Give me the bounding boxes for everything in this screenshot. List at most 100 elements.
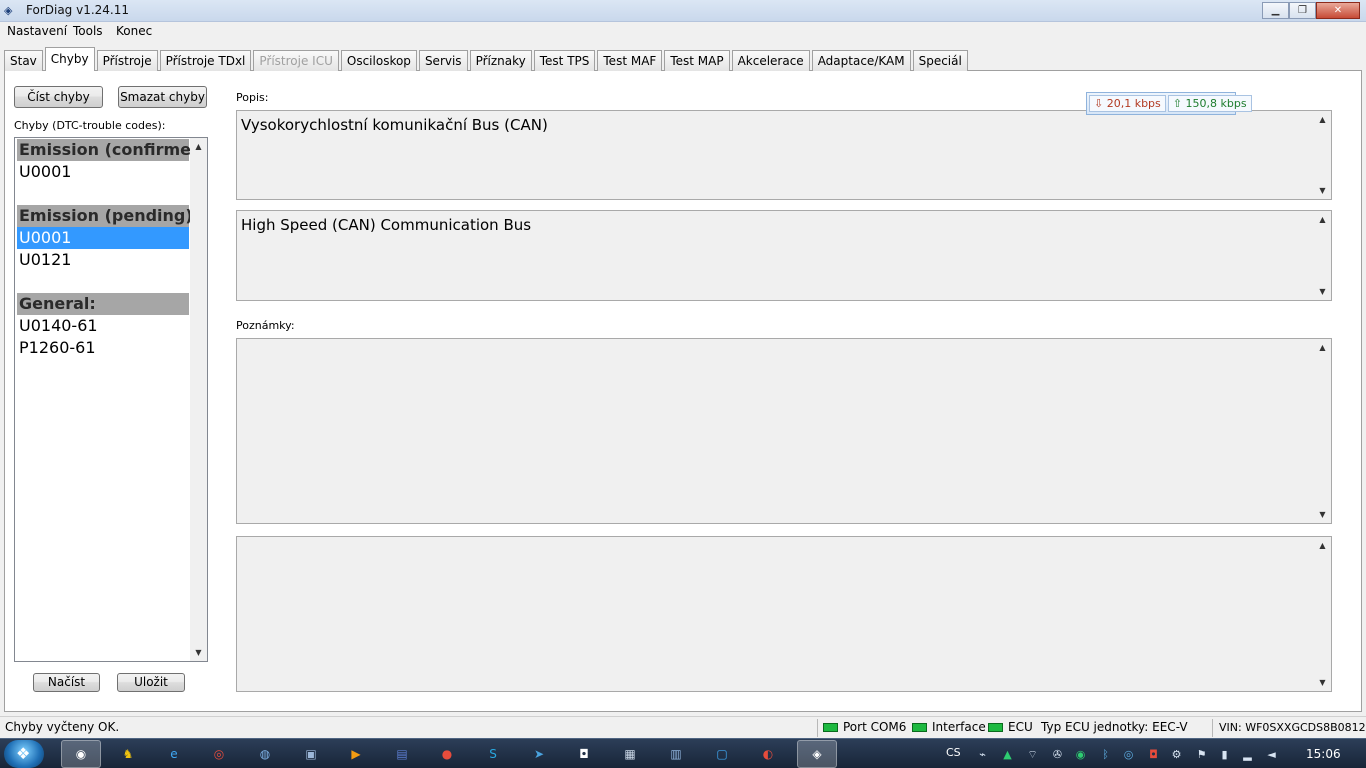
menu-bar: Nastavení Tools Konec: [0, 23, 1366, 42]
description-cz-text: Vysokorychlostní komunikační Bus (CAN): [241, 116, 548, 134]
volume-muted-icon[interactable]: ◄: [1264, 747, 1279, 762]
status-separator: [817, 719, 818, 737]
tab-priznaky[interactable]: Příznaky: [469, 50, 532, 71]
network-speed-meter[interactable]: ⇩ 20,1 kbps ⇧ 150,8 kbps: [1086, 92, 1252, 115]
maximize-button[interactable]: ❐: [1289, 2, 1316, 19]
network-tray-icon[interactable]: ⚙: [1169, 747, 1184, 762]
dtc-code[interactable]: U0121: [17, 249, 189, 271]
dtc-code[interactable]: U0140-61: [17, 315, 189, 337]
app-icon: ◈: [4, 4, 13, 17]
dtc-code[interactable]: U0001: [17, 161, 189, 183]
tab-servis[interactable]: Servis: [418, 50, 468, 71]
description-en-box[interactable]: High Speed (CAN) Communication Bus ▲ ▼: [236, 210, 1332, 301]
scroll-up-icon[interactable]: ▲: [1314, 211, 1331, 228]
tab-pristroje-icu: Přístroje ICU: [253, 50, 339, 71]
input-language[interactable]: CS: [946, 746, 961, 759]
security-tray-icon[interactable]: ◘: [1146, 747, 1161, 762]
media-player-icon[interactable]: ▶: [346, 744, 366, 764]
taskbar: ❖ ◉ ♞ e ◎ ◍ ▣ ▶ ▤ ● S ➤ ◘ ▦ ▥ ▢ ◐ ◈ CS ⌁…: [0, 738, 1366, 768]
scroll-down-icon[interactable]: ▼: [1314, 283, 1331, 300]
scroll-up-icon[interactable]: ▲: [190, 138, 207, 155]
chrome-icon[interactable]: ◎: [209, 744, 229, 764]
dtc-list-scrollbar[interactable]: ▲ ▼: [190, 138, 207, 661]
description-cz-box[interactable]: Vysokorychlostní komunikační Bus (CAN) ▲…: [236, 110, 1332, 200]
signal-icon[interactable]: ▂: [1240, 747, 1255, 762]
app-taskbar-icon[interactable]: ♞: [118, 744, 138, 764]
flag-icon[interactable]: ⚑: [1194, 747, 1209, 762]
close-button[interactable]: ✕: [1316, 2, 1360, 19]
save-button[interactable]: Uložit: [117, 673, 185, 692]
scroll-down-icon[interactable]: ▼: [1314, 182, 1331, 199]
upload-speed: ⇧ 150,8 kbps: [1167, 95, 1252, 112]
scroll-down-icon[interactable]: ▼: [1314, 674, 1331, 691]
tab-special[interactable]: Speciál: [912, 50, 968, 71]
tab-pristroje-tdxl[interactable]: Přístroje TDxl: [159, 50, 252, 71]
status-bar: Chyby vyčteny OK. Port COM6 Interface EC…: [0, 716, 1366, 738]
scroll-up-icon[interactable]: ▲: [1314, 111, 1331, 128]
tab-adaptace-kam[interactable]: Adaptace/KAM: [811, 50, 911, 71]
sync-tray-icon[interactable]: ◎: [1121, 747, 1136, 762]
tab-chyby[interactable]: Chyby: [44, 47, 95, 71]
globe-tray-icon[interactable]: ◉: [1073, 747, 1088, 762]
dtc-code[interactable]: P1260-61: [17, 337, 189, 359]
description-en-scrollbar[interactable]: ▲ ▼: [1314, 211, 1331, 300]
download-arrow-icon: ⇩: [1094, 97, 1107, 110]
window-app-icon[interactable]: ▦: [620, 744, 640, 764]
extra-notes-box[interactable]: ▲ ▼: [236, 536, 1332, 692]
wireless-icon[interactable]: ⌔: [1025, 747, 1040, 762]
tab-akcelerace[interactable]: Akcelerace: [731, 50, 810, 71]
tab-test-map[interactable]: Test MAP: [664, 50, 730, 71]
notes-box[interactable]: ▲ ▼: [236, 338, 1332, 524]
clear-dtc-button[interactable]: Smazat chyby: [118, 86, 207, 108]
load-button[interactable]: Načíst: [33, 673, 100, 692]
tab-test-tps[interactable]: Test TPS: [533, 50, 596, 71]
ccleaner-icon[interactable]: ◐: [758, 744, 778, 764]
scroll-down-icon[interactable]: ▼: [1314, 506, 1331, 523]
archive-app-icon[interactable]: ▣: [301, 744, 321, 764]
battery-icon[interactable]: ▮: [1217, 747, 1232, 762]
minimize-button[interactable]: ▁: [1262, 2, 1289, 19]
description-en-text: High Speed (CAN) Communication Bus: [241, 216, 532, 234]
tab-pristroje[interactable]: Přístroje: [96, 50, 158, 71]
red-dot-app-icon[interactable]: ●: [437, 744, 457, 764]
menu-tools[interactable]: Tools: [73, 24, 103, 38]
start-button[interactable]: ❖: [4, 740, 44, 768]
dtc-group-header-pending: Emission (pending):: [17, 205, 200, 227]
scroll-up-icon[interactable]: ▲: [1314, 537, 1331, 554]
usb-icon[interactable]: ⌁: [975, 747, 990, 762]
network-app-icon[interactable]: ◍: [255, 744, 275, 764]
dtc-code-selected[interactable]: U0001: [17, 227, 189, 249]
fordiag-taskbar-icon[interactable]: ◈: [797, 740, 837, 768]
firefox-taskbar-icon[interactable]: ◉: [61, 740, 101, 768]
vin-status: VIN: WF0SXXGCDS8B08128: [1219, 721, 1366, 734]
scroll-up-icon[interactable]: ▲: [1314, 339, 1331, 356]
window-title: ForDiag v1.24.11: [26, 3, 130, 17]
tab-stav[interactable]: Stav: [4, 50, 43, 71]
arrow-app-icon[interactable]: ➤: [529, 744, 549, 764]
console-app-icon[interactable]: ◘: [574, 744, 594, 764]
notes-label: Poznámky:: [236, 319, 295, 332]
save-app-icon[interactable]: ▤: [392, 744, 412, 764]
display-app-icon[interactable]: ▢: [712, 744, 732, 764]
description-cz-scrollbar[interactable]: ▲ ▼: [1314, 111, 1331, 199]
dtc-group-header-confirmed: Emission (confirmed):: [17, 139, 208, 161]
bluetooth-icon[interactable]: ᛒ: [1098, 747, 1113, 762]
menu-konec[interactable]: Konec: [116, 24, 152, 38]
clock[interactable]: 15:06: [1306, 747, 1341, 761]
scroll-down-icon[interactable]: ▼: [190, 644, 207, 661]
tab-osciloskop[interactable]: Osciloskop: [340, 50, 417, 71]
download-speed-value: 20,1 kbps: [1106, 97, 1161, 110]
extra-notes-scrollbar[interactable]: ▲ ▼: [1314, 537, 1331, 691]
chart-tray-icon[interactable]: ▲: [1000, 747, 1015, 762]
tab-test-maf[interactable]: Test MAF: [597, 50, 663, 71]
tool-tray-icon[interactable]: ✇: [1050, 747, 1065, 762]
remote-app-icon[interactable]: ▥: [666, 744, 686, 764]
skype-icon[interactable]: S: [483, 744, 503, 764]
port-led-icon: [823, 723, 838, 732]
dtc-list[interactable]: Emission (confirmed): U0001 Emission (pe…: [14, 137, 208, 662]
read-dtc-button[interactable]: Číst chyby: [14, 86, 103, 108]
menu-nastaveni[interactable]: Nastavení: [7, 24, 67, 38]
ecu-status: ECU: [1008, 720, 1033, 734]
notes-scrollbar[interactable]: ▲ ▼: [1314, 339, 1331, 523]
internet-explorer-icon[interactable]: e: [164, 744, 184, 764]
